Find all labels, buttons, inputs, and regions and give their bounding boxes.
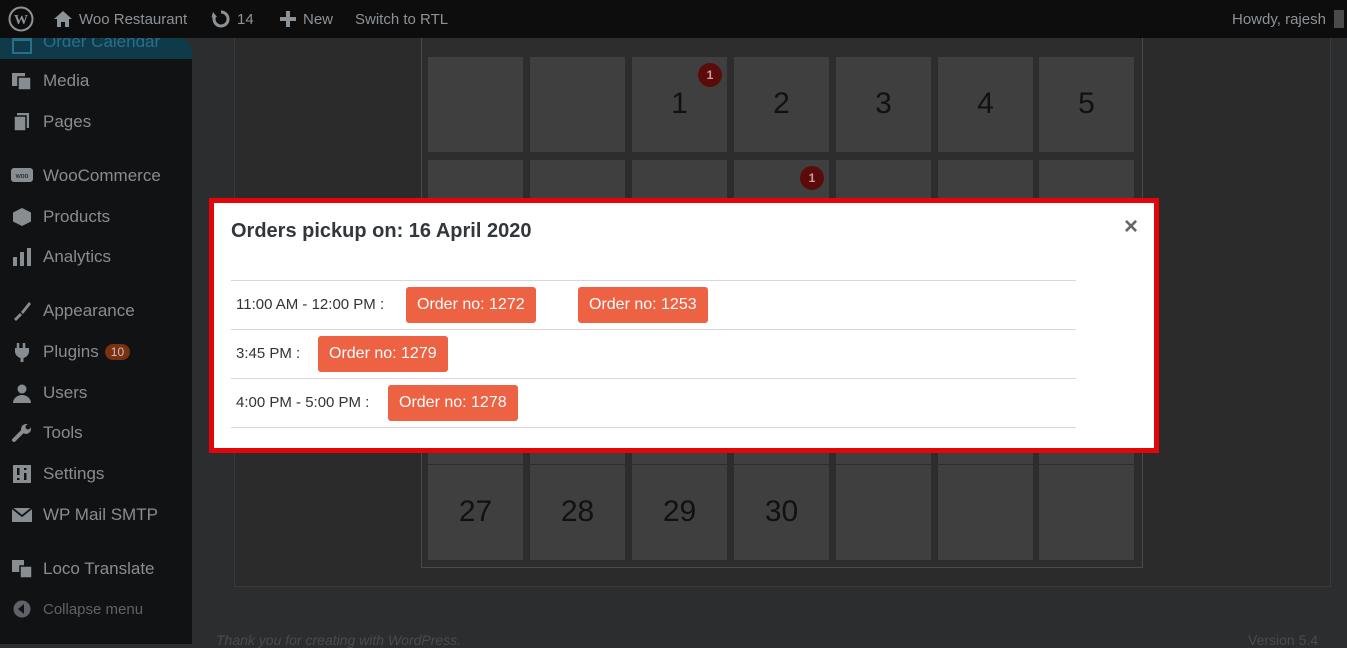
new-content-link[interactable]: New xyxy=(279,0,333,38)
time-slot-label: 3:45 PM : xyxy=(236,345,301,362)
greeting: Howdy, rajesh xyxy=(1232,10,1326,28)
rtl-label: Switch to RTL xyxy=(355,10,449,28)
plus-icon xyxy=(280,11,296,27)
updates-count: 14 xyxy=(237,10,254,28)
svg-text:W: W xyxy=(14,13,28,28)
order-slot-row: 4:00 PM - 5:00 PM : Order no: 1278 xyxy=(231,378,1076,428)
order-button[interactable]: Order no: 1279 xyxy=(318,336,448,372)
updates-link[interactable]: 14 xyxy=(211,0,254,38)
account-menu[interactable]: Howdy, rajesh xyxy=(1232,0,1344,38)
modal-title: Orders pickup on: 16 April 2020 xyxy=(231,220,532,242)
time-slot-label: 11:00 AM - 12:00 PM : xyxy=(236,296,385,313)
order-slot-row: 11:00 AM - 12:00 PM : Order no: 1272 Ord… xyxy=(231,280,1076,329)
home-icon xyxy=(54,11,72,27)
time-slot-label: 4:00 PM - 5:00 PM : xyxy=(236,394,370,411)
new-label: New xyxy=(303,10,334,28)
orders-table: 11:00 AM - 12:00 PM : Order no: 1272 Ord… xyxy=(231,280,1076,428)
admin-bar: W Woo Restaurant 14 New Switch to RTL Ho… xyxy=(0,0,1347,38)
order-button[interactable]: Order no: 1253 xyxy=(578,287,708,323)
updates-icon xyxy=(211,10,230,28)
site-name-link[interactable]: Woo Restaurant xyxy=(53,0,187,38)
switch-rtl-link[interactable]: Switch to RTL xyxy=(355,0,448,38)
wordpress-logo-icon[interactable]: W xyxy=(8,0,34,38)
orders-modal: Orders pickup on: 16 April 2020 × 11:00 … xyxy=(209,198,1159,453)
order-slot-row: 3:45 PM : Order no: 1279 xyxy=(231,329,1076,378)
close-icon[interactable]: × xyxy=(1119,215,1143,239)
avatar xyxy=(1333,10,1344,28)
site-name: Woo Restaurant xyxy=(79,10,188,28)
order-button[interactable]: Order no: 1278 xyxy=(388,385,518,421)
order-button[interactable]: Order no: 1272 xyxy=(406,287,536,323)
